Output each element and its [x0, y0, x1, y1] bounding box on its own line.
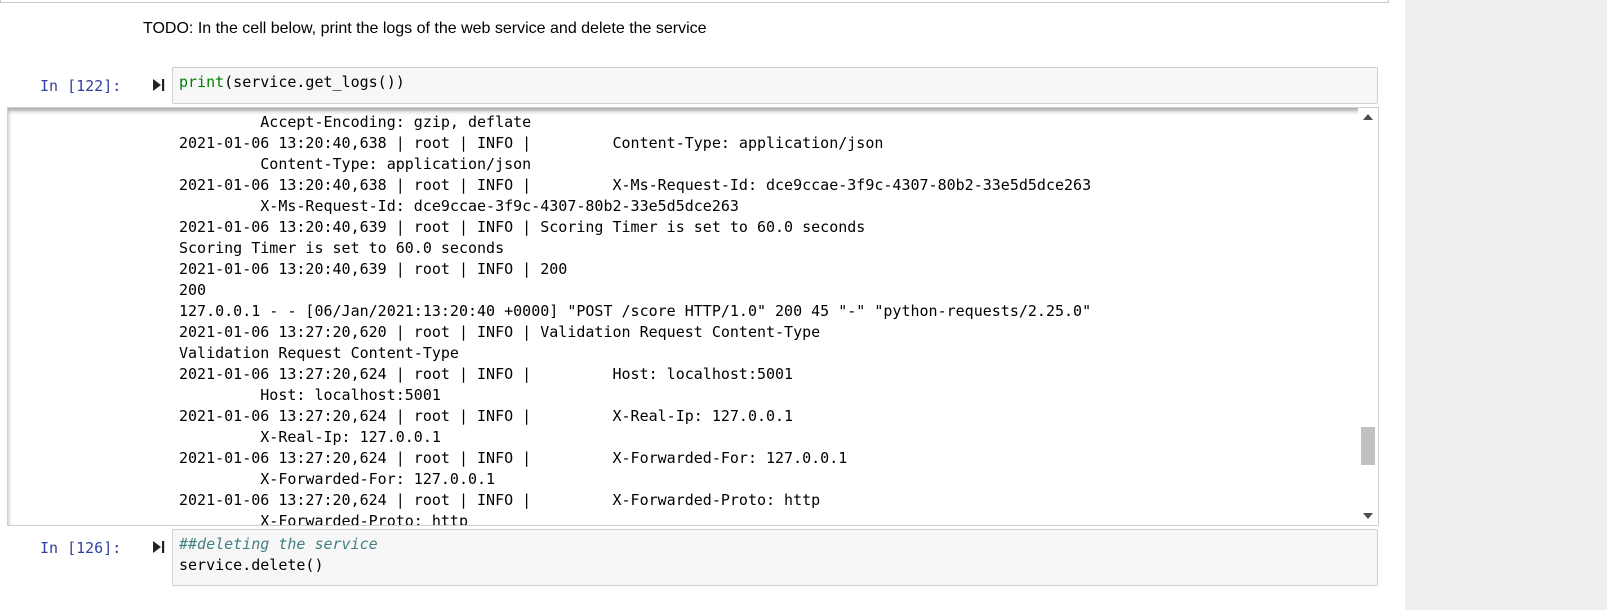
code-text: (service.get_logs())	[224, 73, 405, 91]
log-line: 2021-01-06 13:20:40,638 | root | INFO | …	[179, 176, 1092, 194]
log-line: 2021-01-06 13:27:20,624 | root | INFO | …	[179, 407, 794, 425]
code-comment: ##deleting the service	[179, 535, 378, 553]
code-text: service.delete()	[179, 556, 324, 574]
code-builtin: print	[179, 73, 225, 91]
scroll-thumb[interactable]	[1361, 427, 1375, 465]
log-line: 2021-01-06 13:20:40,639 | root | INFO | …	[179, 218, 866, 236]
log-line: 127.0.0.1 - - [06/Jan/2021:13:20:40 +000…	[179, 302, 1092, 320]
code-input[interactable]: ##deleting the service service.delete()	[172, 529, 1378, 586]
cell-output-area[interactable]: Accept-Encoding: gzip, deflate 2021-01-06…	[7, 107, 1379, 526]
log-line: 2021-01-06 13:27:20,624 | root | INFO | …	[179, 365, 794, 383]
log-line: Validation Request Content-Type	[179, 344, 459, 362]
log-line: Host: localhost:5001	[179, 386, 441, 404]
log-line: X-Real-Ip: 127.0.0.1	[179, 428, 441, 446]
triangle-down-icon[interactable]	[1363, 513, 1373, 519]
log-line: X-Forwarded-Proto: http	[179, 512, 468, 526]
log-line: Accept-Encoding: gzip, deflate	[179, 113, 532, 131]
log-output: Accept-Encoding: gzip, deflate 2021-01-06…	[179, 112, 1092, 526]
right-gutter	[1405, 0, 1607, 610]
log-line: 2021-01-06 13:27:20,620 | root | INFO | …	[179, 323, 821, 341]
triangle-up-icon[interactable]	[1363, 114, 1373, 120]
code-input[interactable]: print(service.get_logs())	[172, 67, 1378, 104]
notebook-container: TODO: In the cell below, print the logs …	[0, 0, 1405, 610]
log-line: 2021-01-06 13:20:40,638 | root | INFO | …	[179, 134, 884, 152]
log-line: 200	[179, 281, 207, 299]
cell-prompt: In [126]:	[40, 539, 122, 557]
log-line: Scoring Timer is set to 60.0 seconds	[179, 239, 505, 257]
log-line: Content-Type: application/json	[179, 155, 532, 173]
markdown-cell-text: TODO: In the cell below, print the logs …	[143, 20, 707, 37]
log-line: 2021-01-06 13:27:20,624 | root | INFO | …	[179, 491, 821, 509]
run-cell-icon[interactable]	[152, 77, 166, 93]
log-line: 2021-01-06 13:27:20,624 | root | INFO | …	[179, 449, 848, 467]
log-line: 2021-01-06 13:20:40,639 | root | INFO | …	[179, 260, 568, 278]
cell-prompt: In [122]:	[40, 77, 122, 95]
output-scrollbar[interactable]	[1358, 108, 1378, 525]
log-line: X-Forwarded-For: 127.0.0.1	[179, 470, 496, 488]
log-line: X-Ms-Request-Id: dce9ccae-3f9c-4307-80b2…	[179, 197, 739, 215]
previous-cell-border[interactable]	[0, 0, 1389, 3]
run-cell-icon[interactable]	[152, 539, 166, 555]
